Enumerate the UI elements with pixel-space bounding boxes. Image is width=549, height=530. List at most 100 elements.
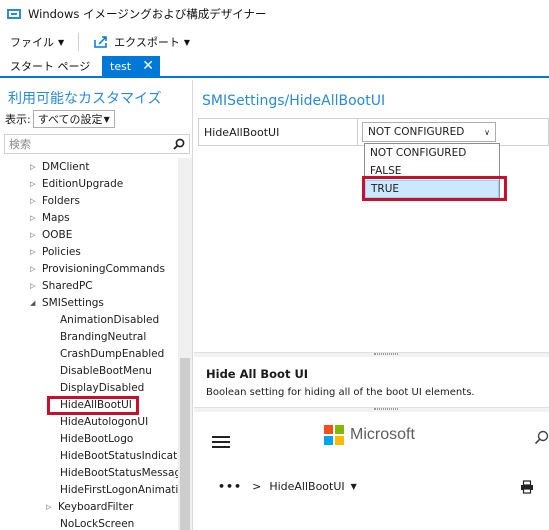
tree-item-disablebootmenu[interactable]: DisableBootMenu: [60, 362, 152, 379]
tree-item-label: HideBootStatusIndicator: [60, 449, 178, 462]
export-menu[interactable]: エクスポート ▼: [83, 30, 200, 54]
export-menu-label: エクスポート: [114, 36, 180, 49]
chevron-down-icon: ▼: [58, 37, 65, 47]
tree-item-hidebootlogo[interactable]: HideBootLogo: [60, 430, 133, 447]
tree-item-label: BrandingNeutral: [60, 330, 147, 343]
tree-expand-icon[interactable]: ▷: [30, 265, 42, 273]
help-web-pane: Microsoft ••• > HideAllBootUI ▼: [194, 412, 549, 530]
chevron-down-icon[interactable]: ▼: [351, 482, 357, 491]
filter-label: 表示:: [5, 113, 31, 126]
filter-value: すべての設定: [37, 113, 103, 126]
tree-item-hidebootstatusmessage[interactable]: HideBootStatusMessage: [60, 464, 178, 481]
tab-test[interactable]: test ✕: [102, 56, 160, 76]
view-filter-select[interactable]: すべての設定 ▼: [32, 110, 115, 128]
tree-item-dmclient[interactable]: ▷ DMClient: [30, 158, 90, 175]
microsoft-logo[interactable]: Microsoft: [324, 425, 415, 445]
search-icon[interactable]: [173, 138, 185, 150]
tree-expand-icon[interactable]: ▷: [30, 282, 42, 290]
tree-item-crashdumpenabled[interactable]: CrashDumpEnabled: [60, 345, 164, 362]
tree-item-editionupgrade[interactable]: ▷ EditionUpgrade: [30, 175, 123, 192]
tree-item-label: Maps: [42, 211, 70, 224]
tree-expand-icon[interactable]: ▷: [30, 248, 42, 256]
tab-start-page[interactable]: スタート ページ: [0, 56, 102, 76]
tree-item-label: CrashDumpEnabled: [60, 347, 165, 360]
setting-path-heading: SMISettings/HideAllBootUI: [202, 93, 386, 109]
search-placeholder: 検索: [9, 138, 31, 151]
app-icon: [7, 9, 21, 19]
search-input[interactable]: 検索: [4, 134, 190, 154]
description-pane: Hide All Boot UI Boolean setting for hid…: [194, 357, 549, 407]
tree-expand-icon[interactable]: ▷: [30, 231, 42, 239]
breadcrumb-current[interactable]: HideAllBootUI: [269, 480, 344, 493]
search-icon[interactable]: [534, 430, 549, 445]
microsoft-brand-text: Microsoft: [350, 426, 415, 443]
tree-item-oobe[interactable]: ▷ OOBE: [30, 226, 72, 243]
menu-separator: [78, 33, 80, 51]
tree-expand-icon[interactable]: ▷: [30, 197, 42, 205]
description-title: Hide All Boot UI: [206, 367, 309, 381]
tree-item-nolockscreen[interactable]: NoLockScreen: [60, 515, 134, 530]
tree-item-label: SharedPC: [42, 279, 93, 292]
settings-tree: ▷ DMClient ▷ EditionUpgrade ▷ Folders ▷ …: [0, 158, 178, 530]
tree-expand-icon[interactable]: ▷: [30, 180, 42, 188]
customizations-panel: 利用可能なカスタマイズ 表示: すべての設定 ▼ 検索 ▷ DMClient ▷…: [0, 80, 193, 530]
chevron-down-icon: ▼: [103, 114, 110, 124]
setting-value-text: NOT CONFIGURED: [368, 126, 465, 138]
highlight-box-tree-item: [47, 396, 139, 415]
file-menu-label: ファイル: [10, 36, 54, 49]
tree-item-label: Folders: [42, 194, 80, 207]
tree-item-policies[interactable]: ▷ Policies: [30, 243, 81, 260]
hamburger-icon[interactable]: [212, 436, 230, 448]
chevron-down-icon: ▼: [183, 37, 190, 47]
tree-item-label: NoLockScreen: [60, 517, 135, 530]
breadcrumb: ••• > HideAllBootUI ▼: [218, 480, 357, 493]
setting-name: HideAllBootUI: [198, 118, 358, 146]
tree-item-sharedpc[interactable]: ▷ SharedPC: [30, 277, 93, 294]
tree-expand-icon[interactable]: ▷: [30, 214, 42, 222]
window-title: Windows イメージングおよび構成デザイナー: [28, 7, 267, 21]
print-icon[interactable]: [520, 480, 534, 494]
tree-item-hidebootstatusindicator[interactable]: HideBootStatusIndicator: [60, 447, 178, 464]
splitter-grip: [374, 408, 398, 410]
tree-item-hideautologonui[interactable]: HideAutologonUI: [60, 413, 148, 430]
tree-item-hidefirstlogonanimation[interactable]: HideFirstLogonAnimatio: [60, 481, 178, 498]
filter-row: 表示: すべての設定 ▼: [5, 110, 115, 128]
tree-item-label: HideFirstLogonAnimatio: [60, 483, 178, 496]
tab-label: スタート ページ: [10, 60, 91, 73]
tree-item-provisioningcommands[interactable]: ▷ ProvisioningCommands: [30, 260, 165, 277]
tree-scrollbar[interactable]: [178, 158, 192, 530]
panel-heading: 利用可能なカスタマイズ: [8, 91, 162, 107]
tree-item-folders[interactable]: ▷ Folders: [30, 192, 80, 209]
file-menu[interactable]: ファイル ▼: [0, 30, 74, 54]
tree-expand-icon[interactable]: ▷: [46, 503, 58, 511]
dropdown-option-not-configured[interactable]: NOT CONFIGURED: [365, 144, 499, 162]
description-body: Boolean setting for hiding all of the bo…: [206, 387, 475, 398]
tree-item-animationdisabled[interactable]: AnimationDisabled: [60, 311, 159, 328]
tree-item-label: Policies: [42, 245, 81, 258]
tree-item-label: HideBootLogo: [60, 432, 134, 445]
tree-item-label: DisableBootMenu: [60, 364, 152, 377]
highlight-box-true-option: [362, 176, 507, 201]
tree-item-label: AnimationDisabled: [60, 313, 160, 326]
setting-value-select[interactable]: NOT CONFIGURED ∨: [362, 122, 496, 142]
chevron-down-icon: ∨: [484, 127, 490, 137]
setting-row: HideAllBootUI NOT CONFIGURED ∨: [198, 118, 549, 146]
tree-expand-icon[interactable]: ▷: [30, 163, 42, 171]
tree-item-label: EditionUpgrade: [42, 177, 124, 190]
setting-value-cell: NOT CONFIGURED ∨: [358, 118, 549, 146]
tree-item-smisettings[interactable]: ◢ SMISettings: [30, 294, 104, 311]
breadcrumb-more-button[interactable]: •••: [218, 480, 242, 493]
tree-item-displaydisabled[interactable]: DisplayDisabled: [60, 379, 144, 396]
tree-item-label: SMISettings: [42, 296, 104, 309]
scrollbar-thumb[interactable]: [180, 358, 190, 530]
tree-item-keyboardfilter[interactable]: ▷ KeyboardFilter: [46, 498, 133, 515]
tree-item-brandingneutral[interactable]: BrandingNeutral: [60, 328, 146, 345]
tab-label: test: [110, 59, 132, 73]
close-icon[interactable]: ✕: [142, 58, 154, 74]
tree-collapse-icon[interactable]: ◢: [30, 299, 42, 307]
tree-item-maps[interactable]: ▷ Maps: [30, 209, 70, 226]
tree-item-label: OOBE: [42, 228, 73, 241]
tree-item-label: DMClient: [42, 160, 90, 173]
breadcrumb-separator: >: [252, 480, 262, 493]
export-icon: [94, 36, 107, 48]
